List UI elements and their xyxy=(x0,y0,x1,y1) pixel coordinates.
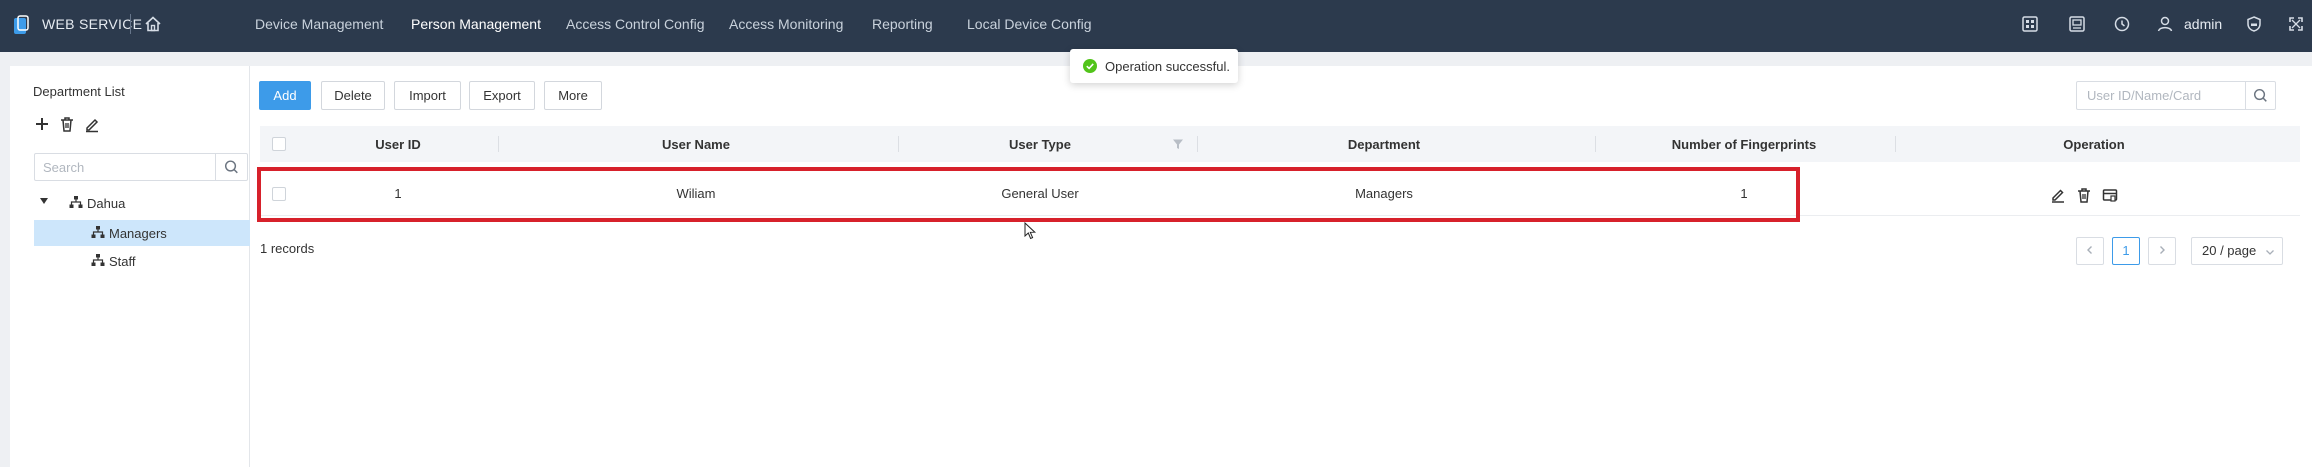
page-number[interactable]: 1 xyxy=(2112,237,2140,265)
department-search-input[interactable] xyxy=(35,154,215,180)
org-icon xyxy=(91,226,105,238)
cell-user-type: General User xyxy=(1001,186,1079,201)
select-all-checkbox[interactable] xyxy=(272,137,286,151)
nav-access-control-config[interactable]: Access Control Config xyxy=(566,16,705,32)
nav-access-monitoring[interactable]: Access Monitoring xyxy=(729,16,843,32)
user-search xyxy=(2076,81,2276,110)
shield-icon[interactable] xyxy=(2244,14,2264,34)
chevron-left-icon xyxy=(2087,246,2092,254)
success-toast: Operation successful. xyxy=(1070,49,1238,83)
nav-device-management[interactable]: Device Management xyxy=(255,16,383,32)
nav-reporting[interactable]: Reporting xyxy=(872,16,933,32)
tree-item-label: Dahua xyxy=(87,196,126,211)
fullscreen-icon[interactable] xyxy=(2286,14,2306,34)
chevron-right-icon xyxy=(2160,246,2165,254)
delete-button[interactable]: Delete xyxy=(321,81,385,110)
brand-name: WEB SERVICE xyxy=(42,16,143,32)
column-divider xyxy=(498,136,499,152)
column-operation: Operation xyxy=(2063,137,2125,152)
department-search xyxy=(34,153,248,181)
org-icon xyxy=(91,254,105,266)
nav-person-management[interactable]: Person Management xyxy=(411,16,541,32)
column-divider xyxy=(1197,136,1198,152)
tree-item-staff[interactable]: Staff xyxy=(34,248,250,274)
grid-view-icon[interactable] xyxy=(2020,14,2040,34)
table-header: User ID User Name User Type Department N… xyxy=(260,126,2300,162)
column-divider xyxy=(1595,136,1596,152)
logo-icon xyxy=(14,15,29,34)
search-icon[interactable] xyxy=(215,154,247,180)
column-divider xyxy=(898,136,899,152)
add-button[interactable]: Add xyxy=(259,81,311,110)
export-button[interactable]: Export xyxy=(469,81,535,110)
cell-fingerprints: 1 xyxy=(1740,186,1748,201)
tree-item-label: Managers xyxy=(109,226,167,241)
import-button[interactable]: Import xyxy=(394,81,461,110)
delete-department-icon[interactable] xyxy=(58,115,76,133)
device-icon[interactable] xyxy=(2067,14,2087,34)
cell-department: Managers xyxy=(1355,186,1413,201)
column-fingerprints[interactable]: Number of Fingerprints xyxy=(1672,137,1816,152)
column-user-id[interactable]: User ID xyxy=(375,137,421,152)
caret-down-icon[interactable] xyxy=(40,198,48,204)
tree-item-label: Staff xyxy=(109,254,136,269)
tree-item-dahua[interactable]: Dahua xyxy=(34,190,250,216)
mouse-cursor-icon xyxy=(1024,222,1037,240)
chevron-down-icon xyxy=(2266,250,2274,255)
top-navigation-bar: WEB SERVICE Device Management Person Man… xyxy=(0,0,2312,52)
record-count: 1 records xyxy=(260,241,315,256)
column-department[interactable]: Department xyxy=(1348,137,1420,152)
header-divider xyxy=(130,14,131,34)
clock-icon[interactable] xyxy=(2112,14,2132,34)
delete-icon[interactable] xyxy=(2076,187,2092,203)
tree-item-managers[interactable]: Managers xyxy=(34,220,250,246)
nav-local-device-config[interactable]: Local Device Config xyxy=(967,16,1092,32)
table-row[interactable]: 1 Wiliam General User Managers 1 xyxy=(260,172,2300,216)
cell-user-id: 1 xyxy=(394,186,402,201)
user-search-input[interactable] xyxy=(2077,82,2245,109)
edit-icon[interactable] xyxy=(2050,187,2066,203)
org-icon xyxy=(69,196,83,208)
current-user-name[interactable]: admin xyxy=(2184,16,2222,32)
row-checkbox[interactable] xyxy=(272,187,286,201)
check-circle-icon xyxy=(1083,59,1097,73)
prev-page-button[interactable] xyxy=(2076,237,2104,265)
more-button[interactable]: More xyxy=(544,81,602,110)
department-list-title: Department List xyxy=(33,84,125,99)
home-icon[interactable] xyxy=(143,14,163,34)
user-icon[interactable] xyxy=(2155,14,2175,34)
column-user-type[interactable]: User Type xyxy=(1009,137,1071,152)
column-user-name[interactable]: User Name xyxy=(662,137,730,152)
card-icon[interactable] xyxy=(2102,187,2118,203)
page-size-value: 20 / page xyxy=(2202,243,2257,258)
add-department-icon[interactable] xyxy=(33,115,51,133)
toast-message: Operation successful. xyxy=(1105,59,1231,74)
edit-department-icon[interactable] xyxy=(83,115,101,133)
department-sidebar: Department List Dahua xyxy=(10,66,250,467)
cell-user-name: Wiliam xyxy=(676,186,716,201)
search-icon[interactable] xyxy=(2245,82,2275,109)
next-page-button[interactable] xyxy=(2148,237,2176,265)
page-size-select[interactable]: 20 / page xyxy=(2191,237,2283,265)
content-panel: Department List Dahua xyxy=(10,66,2312,467)
filter-icon[interactable] xyxy=(1172,138,1184,150)
column-divider xyxy=(1895,136,1896,152)
